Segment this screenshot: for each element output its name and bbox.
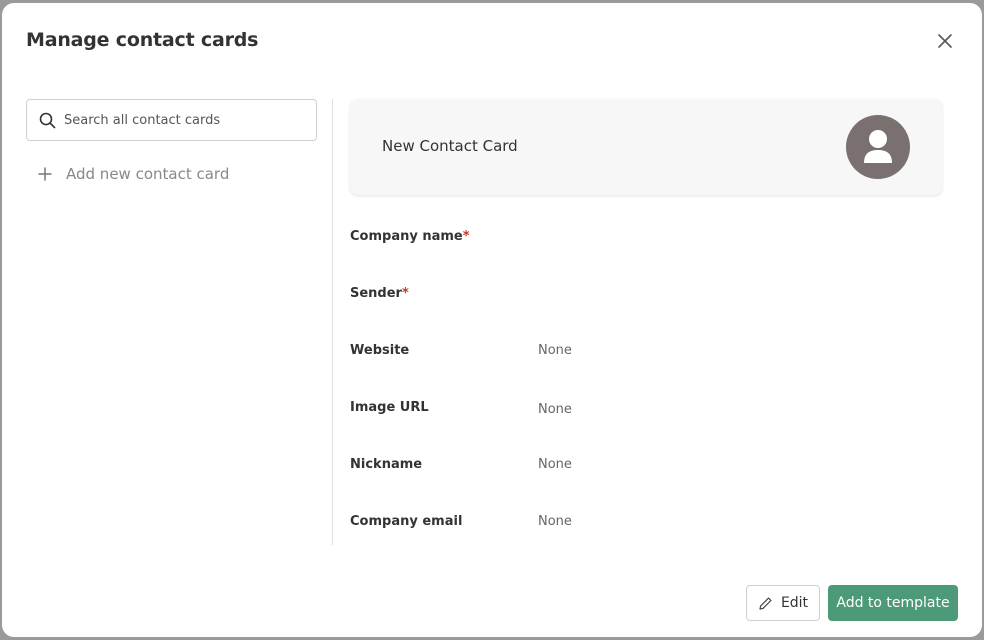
field-value-image-url: None (538, 402, 572, 417)
search-input[interactable] (64, 112, 294, 128)
user-icon (864, 130, 892, 163)
search-box[interactable] (26, 99, 317, 141)
field-label-website: Website (350, 343, 410, 358)
contact-card-header: New Contact Card (350, 99, 942, 195)
field-label-image-url: Image URL (350, 400, 429, 415)
edit-button-label: Edit (780, 595, 809, 611)
pencil-icon (759, 597, 772, 610)
field-value-nickname: None (538, 457, 572, 472)
field-label-company-name: Company name* (350, 229, 470, 244)
field-value-company-email: None (538, 514, 572, 529)
modal-title: Manage contact cards (26, 29, 259, 51)
required-marker: * (462, 229, 470, 244)
add-new-contact-card-button[interactable]: Add new contact card (38, 165, 229, 183)
add-to-template-button[interactable]: Add to template (828, 585, 958, 621)
close-icon (938, 34, 952, 48)
field-label-company-email: Company email (350, 514, 463, 529)
add-new-label: Add new contact card (66, 165, 230, 183)
field-label-sender: Sender* (350, 286, 409, 301)
add-to-template-label: Add to template (836, 595, 950, 611)
close-button[interactable] (934, 30, 956, 52)
plus-icon (38, 167, 52, 181)
field-label-nickname: Nickname (350, 457, 423, 472)
search-icon (39, 112, 56, 128)
field-value-website: None (538, 343, 572, 358)
contact-card-name: New Contact Card (382, 137, 518, 155)
edit-button[interactable]: Edit (746, 585, 820, 621)
avatar (846, 115, 910, 179)
required-marker: * (401, 286, 409, 301)
panel-divider (332, 99, 333, 545)
manage-contact-cards-modal: Manage contact cards Add new contact car… (2, 3, 982, 637)
